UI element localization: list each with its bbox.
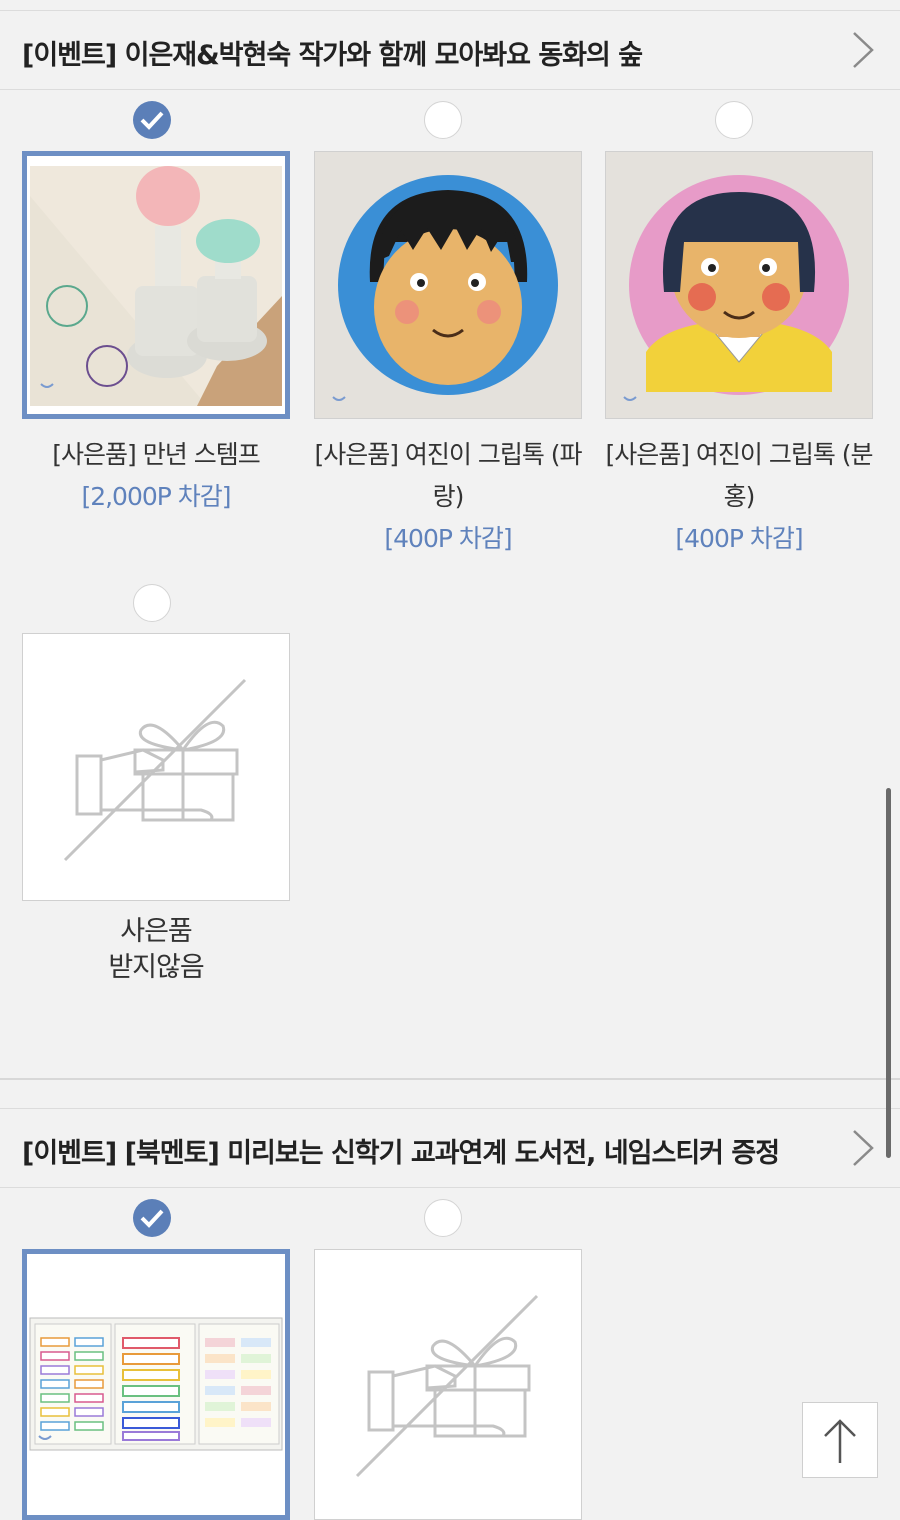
check-icon <box>140 111 164 130</box>
event-header-1[interactable]: [이벤트] 이은재&박현숙 작가와 함께 모아봐요 동화의 숲 <box>0 10 900 90</box>
check-icon <box>140 1209 164 1228</box>
gift-image-griptok-pink[interactable] <box>605 151 873 419</box>
gift-name-line2: 홍) <box>723 482 756 511</box>
gift-name: [사은품] 만년 스템프 <box>52 440 260 469</box>
no-gift-option[interactable] <box>22 633 290 901</box>
no-gift-option[interactable] <box>314 1249 582 1520</box>
scroll-to-top-button[interactable] <box>802 1402 878 1478</box>
gift-label-griptok-pink: [사은품] 여진이 그립톡 (분 홍) [400P 차감] <box>599 434 879 560</box>
no-gift-icon <box>355 1294 539 1478</box>
scrollbar[interactable] <box>886 788 891 1158</box>
gift-image-stamp[interactable] <box>22 151 290 419</box>
section-divider <box>0 1078 900 1110</box>
gift-name-line1: 사은품 <box>120 916 193 947</box>
gift-name-line2: 받지않음 <box>108 952 204 983</box>
gift-radio-stamp[interactable] <box>133 101 171 139</box>
gift-name-line2: 랑) <box>432 482 465 511</box>
gift-image-name-sticker[interactable] <box>22 1249 290 1520</box>
chevron-right-icon <box>853 32 874 68</box>
gift-label-no-gift: 사은품 받지않음 <box>16 914 296 986</box>
event-header-2[interactable]: [이벤트] [북멘토] 미리보는 신학기 교과연계 도서전, 네임스티커 증정 <box>0 1108 900 1188</box>
gift-label-griptok-blue: [사은품] 여진이 그립톡 (파 랑) [400P 차감] <box>308 434 588 560</box>
gift-price: [400P 차감] <box>384 524 512 553</box>
no-gift-icon <box>63 678 247 862</box>
gift-image-griptok-blue[interactable] <box>314 151 582 419</box>
gift-name-line1: [사은품] 여진이 그립톡 (분 <box>605 440 873 469</box>
arrow-up-icon <box>824 1419 856 1463</box>
event-title: [이벤트] 이은재&박현숙 작가와 함께 모아봐요 동화의 숲 <box>22 40 643 71</box>
gift-name-line1: [사은품] 여진이 그립톡 (파 <box>314 440 582 469</box>
gift-radio-no-gift[interactable] <box>424 1199 462 1237</box>
gift-price: [2,000P 차감] <box>81 482 231 511</box>
gift-radio-griptok-blue[interactable] <box>424 101 462 139</box>
gift-radio-no-gift[interactable] <box>133 584 171 622</box>
gift-label-stamp: [사은품] 만년 스템프 [2,000P 차감] <box>16 434 296 518</box>
event-title: [이벤트] [북멘토] 미리보는 신학기 교과연계 도서전, 네임스티커 증정 <box>22 1138 780 1169</box>
gift-price: [400P 차감] <box>675 524 803 553</box>
chevron-right-icon <box>853 1130 874 1166</box>
gift-radio-griptok-pink[interactable] <box>715 101 753 139</box>
gift-radio-name-sticker[interactable] <box>133 1199 171 1237</box>
